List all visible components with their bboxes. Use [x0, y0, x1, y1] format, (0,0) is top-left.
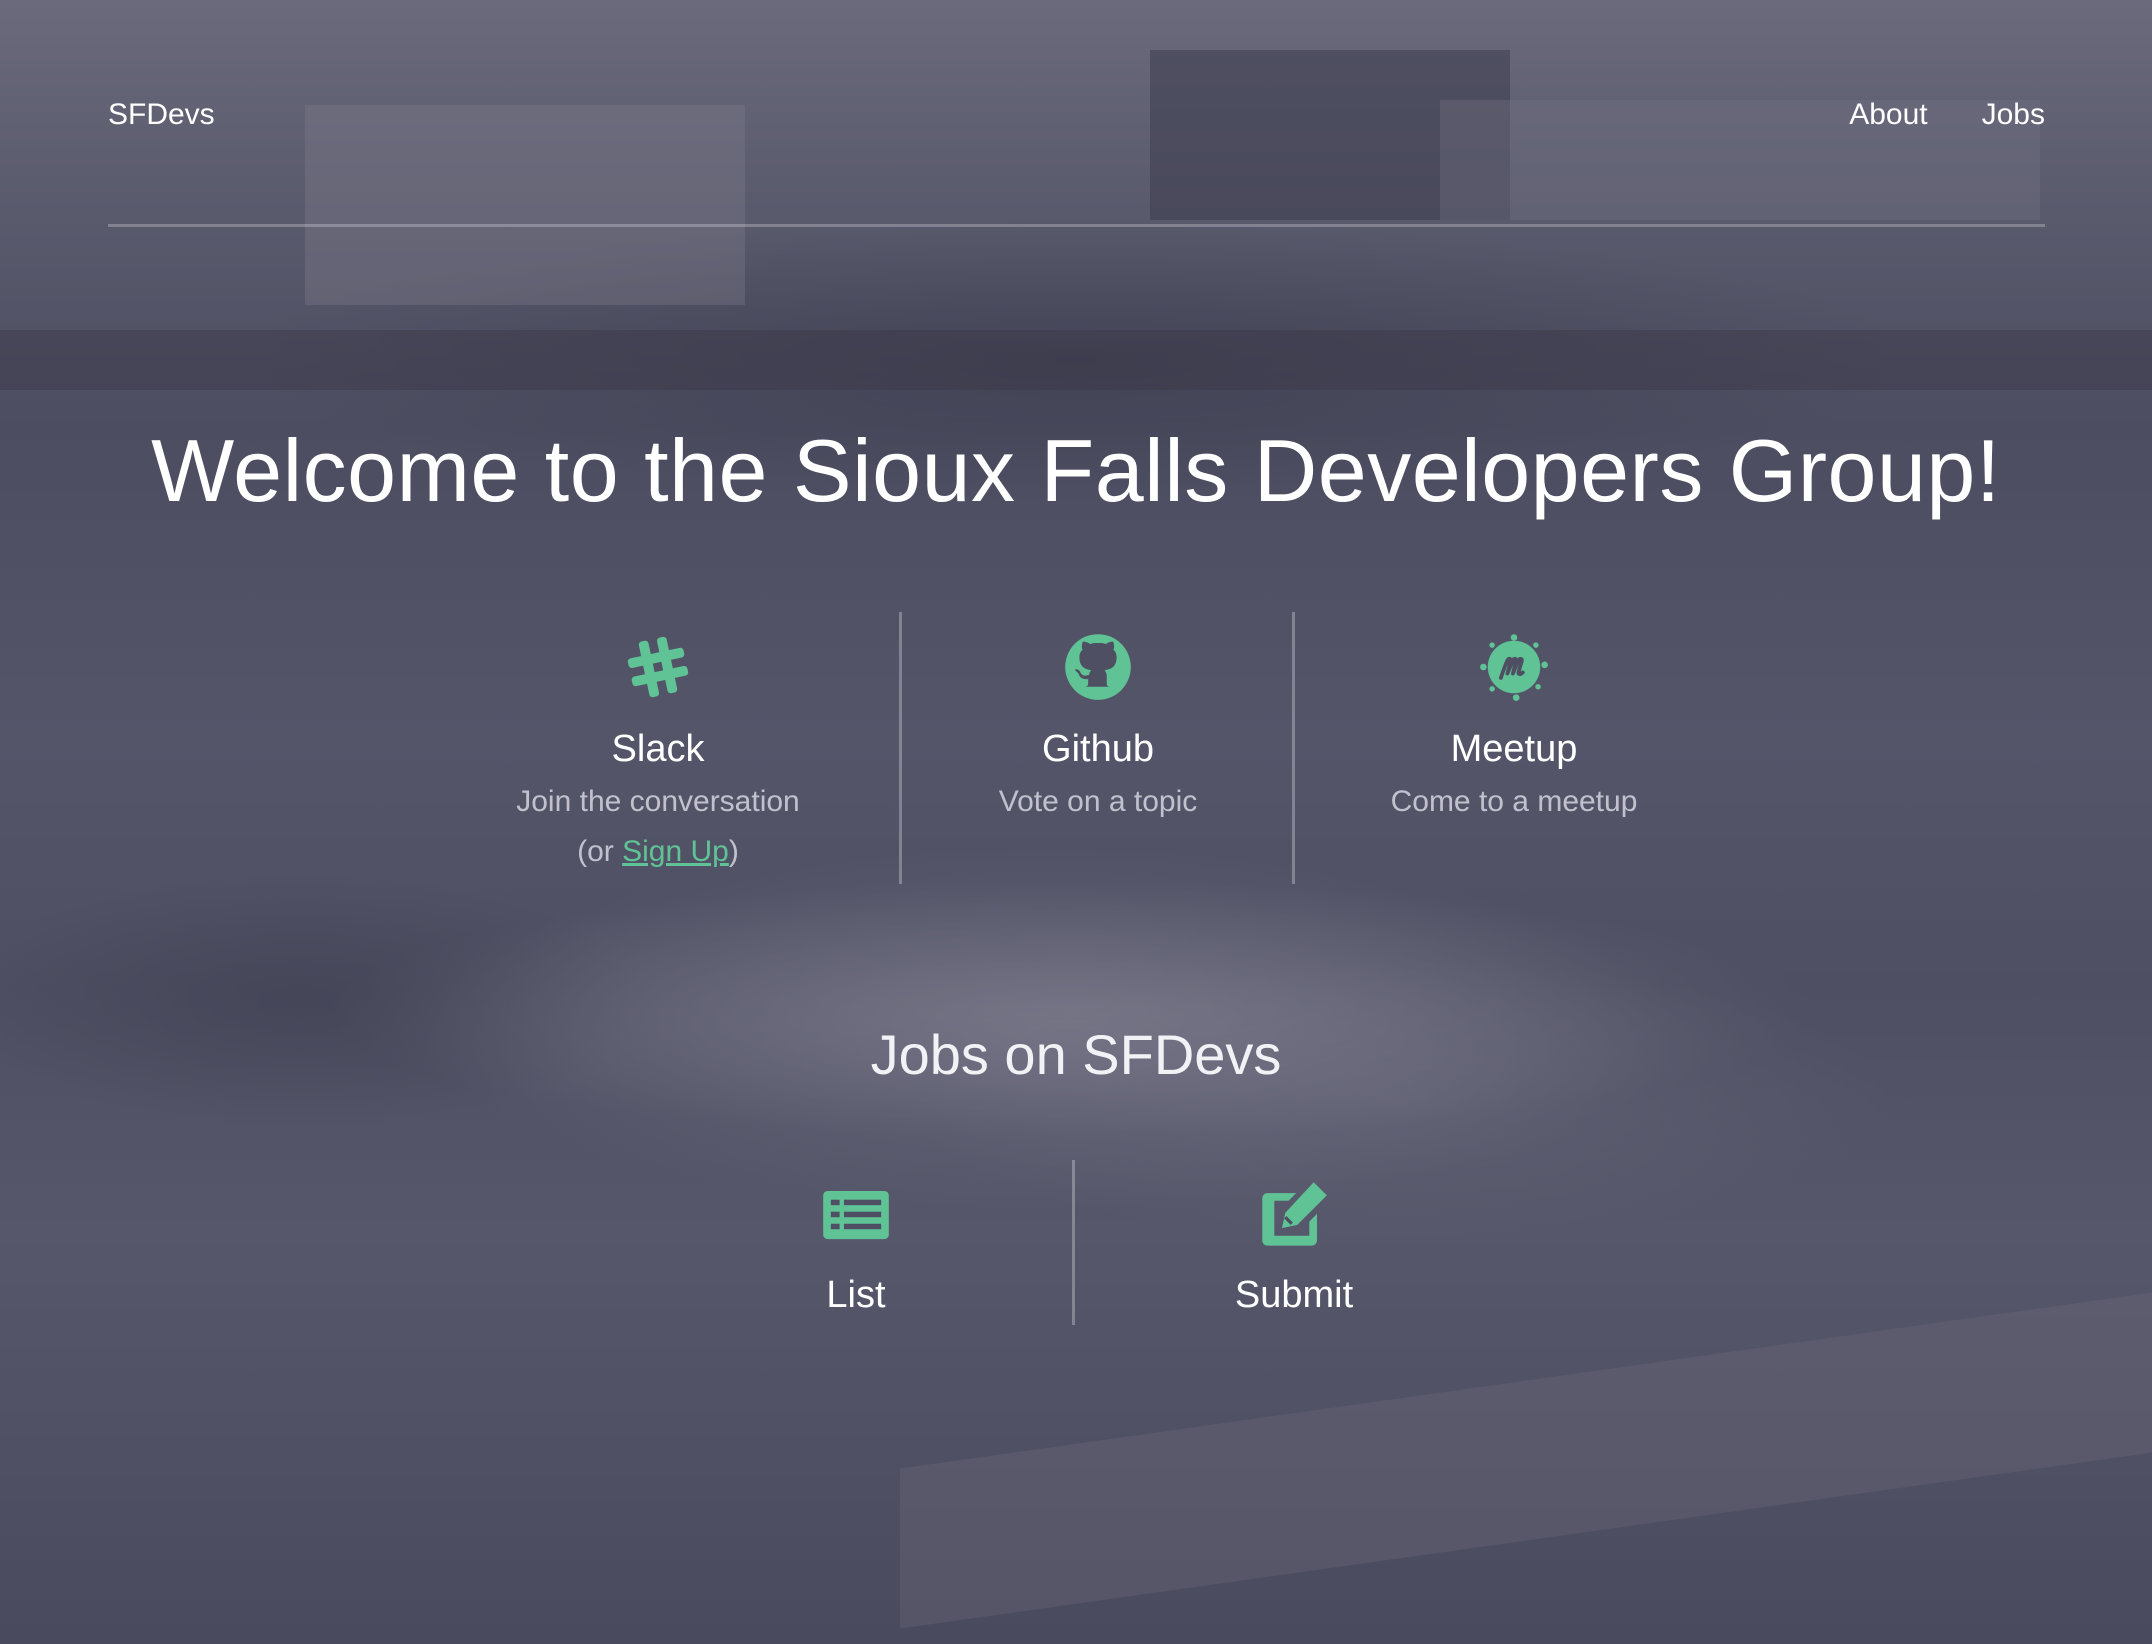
slack-hash-icon[interactable]: [623, 632, 693, 702]
hero-title: Welcome to the Sioux Falls Developers Gr…: [151, 421, 2001, 520]
jobs-heading: Jobs on SFDevs: [870, 1023, 1282, 1086]
divider: [1072, 1160, 1075, 1325]
github-description: Vote on a topic: [998, 785, 1198, 818]
top-nav: SFDevs About Jobs: [108, 78, 2045, 227]
list-icon[interactable]: [821, 1180, 891, 1250]
github-link[interactable]: Github: [948, 728, 1248, 771]
slack-signup-note: (or Sign Up): [508, 835, 808, 869]
slack-link[interactable]: Slack: [508, 728, 808, 771]
community-links: Slack Join the conversation (or Sign Up)…: [0, 612, 2152, 884]
jobs-links: List Submit: [0, 1160, 2152, 1325]
nav-link-jobs[interactable]: Jobs: [1982, 98, 2045, 132]
nav-links: About Jobs: [1849, 98, 2045, 132]
jobs-submit-link[interactable]: Submit: [1144, 1274, 1444, 1317]
feature-github: Github Vote on a topic: [948, 612, 1248, 884]
nav-link-about[interactable]: About: [1849, 98, 1927, 132]
divider: [899, 612, 902, 884]
jobs-submit: Submit: [1144, 1160, 1444, 1432]
meetup-description: Come to a meetup: [1390, 785, 1638, 818]
jobs-list: List: [706, 1160, 1006, 1432]
sign-up-link[interactable]: Sign Up: [622, 835, 729, 868]
signup-prefix: (or: [577, 835, 623, 868]
github-icon[interactable]: [1063, 632, 1133, 702]
feature-slack: Slack Join the conversation (or Sign Up): [508, 612, 808, 884]
signup-suffix: ): [728, 835, 739, 868]
jobs-list-link[interactable]: List: [706, 1274, 1006, 1317]
edit-icon[interactable]: [1259, 1180, 1329, 1250]
brand-link[interactable]: SFDevs: [108, 98, 215, 132]
meetup-link[interactable]: Meetup: [1364, 728, 1664, 771]
feature-meetup: Meetup Come to a meetup: [1364, 612, 1664, 884]
slack-description: Join the conversation: [516, 785, 800, 818]
page-content: SFDevs About Jobs Welcome to the Sioux F…: [0, 0, 2152, 1644]
divider: [1292, 612, 1295, 884]
meetup-icon[interactable]: [1479, 632, 1549, 702]
